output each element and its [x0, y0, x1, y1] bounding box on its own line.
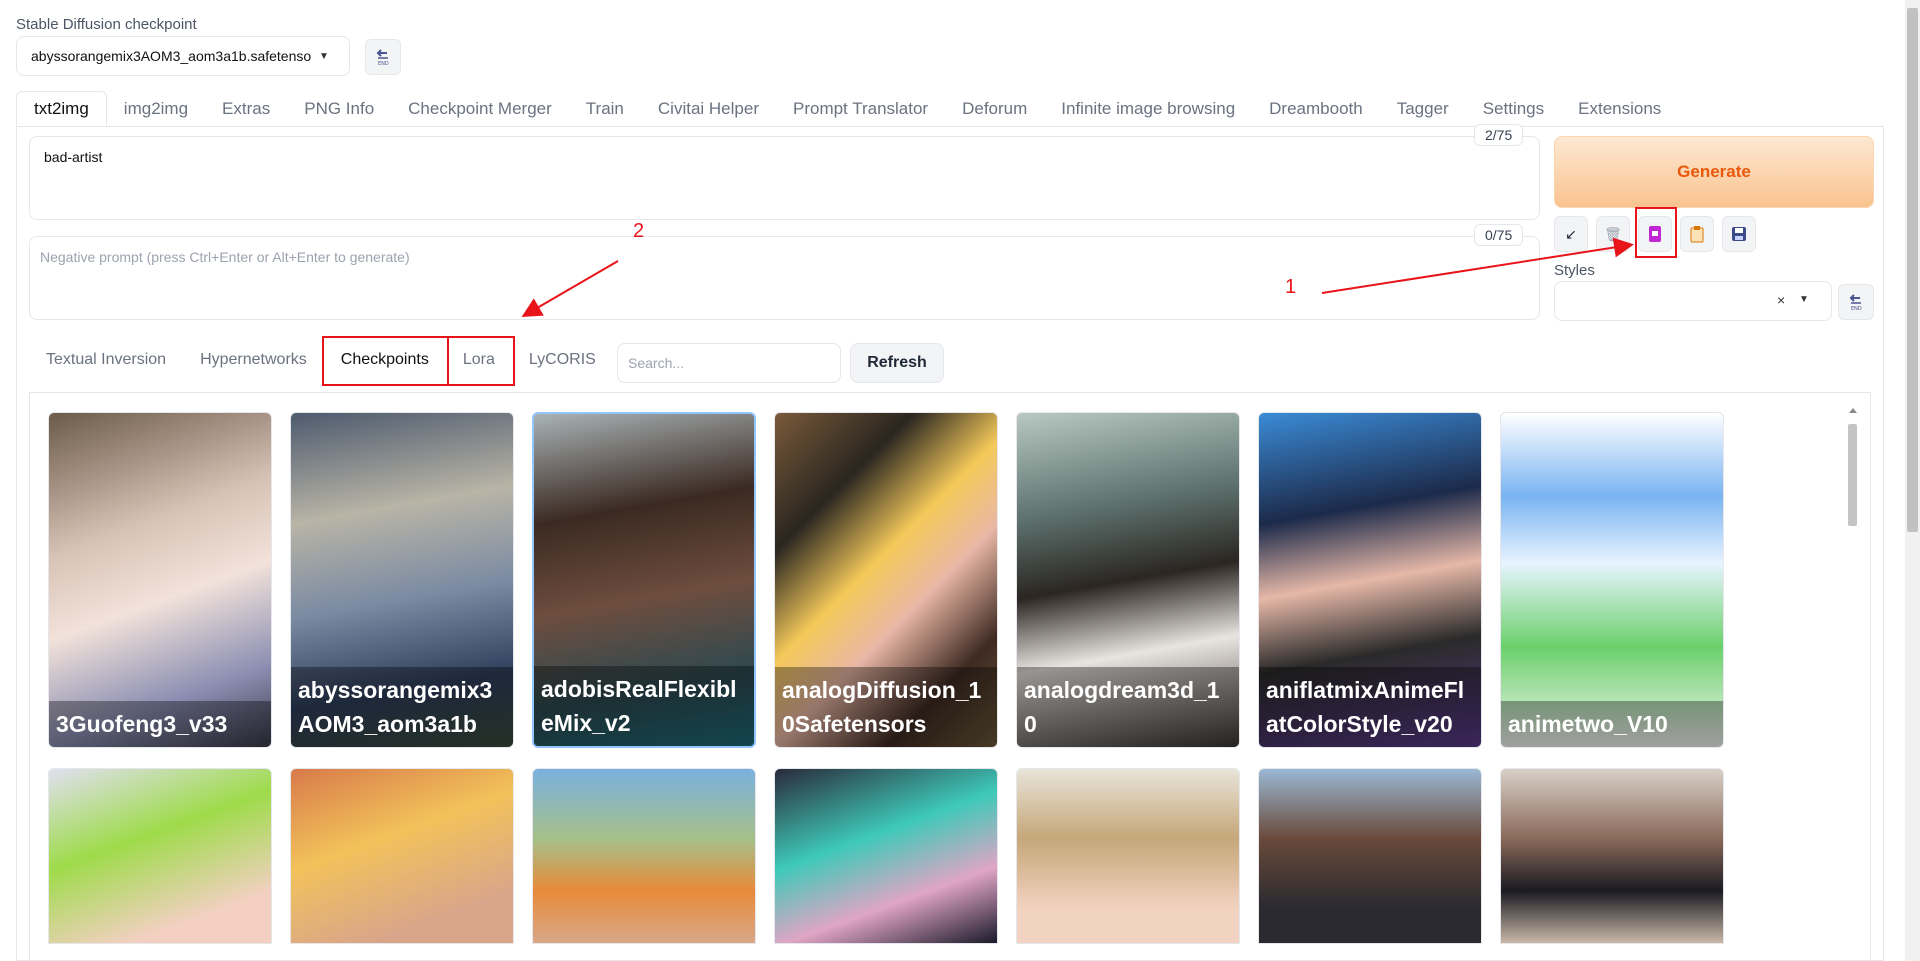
annotation-arrows	[521, 237, 1634, 318]
annotation-arrow-1	[1321, 237, 1634, 294]
annotation-arrow-2	[521, 260, 619, 318]
